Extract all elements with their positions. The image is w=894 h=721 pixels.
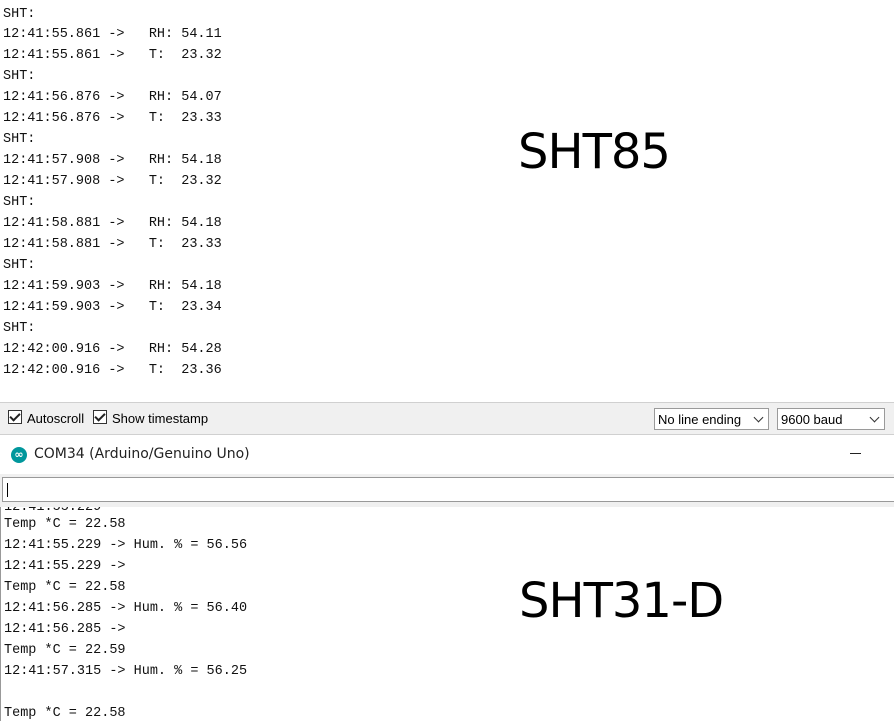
serial-line: 12:41:55.861 -> RH: 54.11 [3,27,222,42]
serial-line: Temp *C = 22.58 [4,517,126,532]
serial-line: 12:42:00.916 -> RH: 54.28 [3,342,222,357]
serial-output-bottom[interactable]: 12:41:55.229 Temp *C = 22.58 12:41:55.22… [0,507,894,721]
serial-line: 12:41:55.229 -> [4,559,126,574]
baud-rate-value: 9600 baud [781,412,843,427]
serial-line: 12:41:55.229 -> Hum. % = 56.56 [4,538,248,553]
sensor-label-sht85: SHT85 [518,124,671,180]
baud-rate-select[interactable]: 9600 baud [777,408,885,430]
serial-line: 12:41:56.876 -> RH: 54.07 [3,90,222,105]
line-ending-select[interactable]: No line ending [654,408,769,430]
show-timestamp-label[interactable]: Show timestamp [112,411,208,426]
serial-line: 12:41:57.908 -> RH: 54.18 [3,153,222,168]
serial-line: 12:41:59.903 -> T: 23.34 [3,300,222,315]
serial-line: Temp *C = 22.58 [4,706,126,721]
serial-line: SHT: [3,195,36,210]
serial-line: Temp *C = 22.59 [4,643,126,658]
autoscroll-checkbox[interactable] [8,410,22,424]
serial-line: 12:41:58.881 -> T: 23.33 [3,237,222,252]
serial-line: SHT: [3,258,36,273]
serial-status-bar: Autoscroll Show timestamp No line ending… [0,402,894,435]
serial-line: 12:41:56.285 -> Hum. % = 56.40 [4,601,248,616]
serial-line: 12:41:56.285 -> [4,622,126,637]
chevron-down-icon [869,412,880,423]
serial-output-top[interactable]: SHT: 12:41:55.861 -> RH: 54.11 12:41:55.… [0,0,894,402]
serial-line: 12:41:59.903 -> RH: 54.18 [3,279,222,294]
line-ending-value: No line ending [658,412,742,427]
serial-line: SHT: [3,321,36,336]
serial-line: 12:41:57.315 -> Hum. % = 56.25 [4,664,248,679]
autoscroll-label[interactable]: Autoscroll [27,411,84,426]
window-title: COM34 (Arduino/Genuino Uno) [34,446,250,462]
minimize-button[interactable] [846,444,866,464]
sensor-label-sht31d: SHT31-D [519,573,724,629]
serial-line: 12:41:55.861 -> T: 23.32 [3,48,222,63]
serial-line: SHT: [3,7,36,22]
show-timestamp-checkbox[interactable] [93,410,107,424]
send-row [0,474,894,507]
serial-line: SHT: [3,69,36,84]
serial-line: 12:42:00.916 -> T: 23.36 [3,363,222,378]
serial-line: SHT: [3,132,36,147]
serial-line: 12:41:57.908 -> T: 23.32 [3,174,222,189]
chevron-down-icon [753,412,764,423]
send-input[interactable] [2,477,894,502]
window-titlebar[interactable]: ∞ COM34 (Arduino/Genuino Uno) [0,436,894,474]
serial-line: 12:41:56.876 -> T: 23.33 [3,111,222,126]
text-caret [7,483,8,497]
serial-line: Temp *C = 22.58 [4,580,126,595]
serial-line: 12:41:58.881 -> RH: 54.18 [3,216,222,231]
arduino-icon: ∞ [11,447,27,463]
